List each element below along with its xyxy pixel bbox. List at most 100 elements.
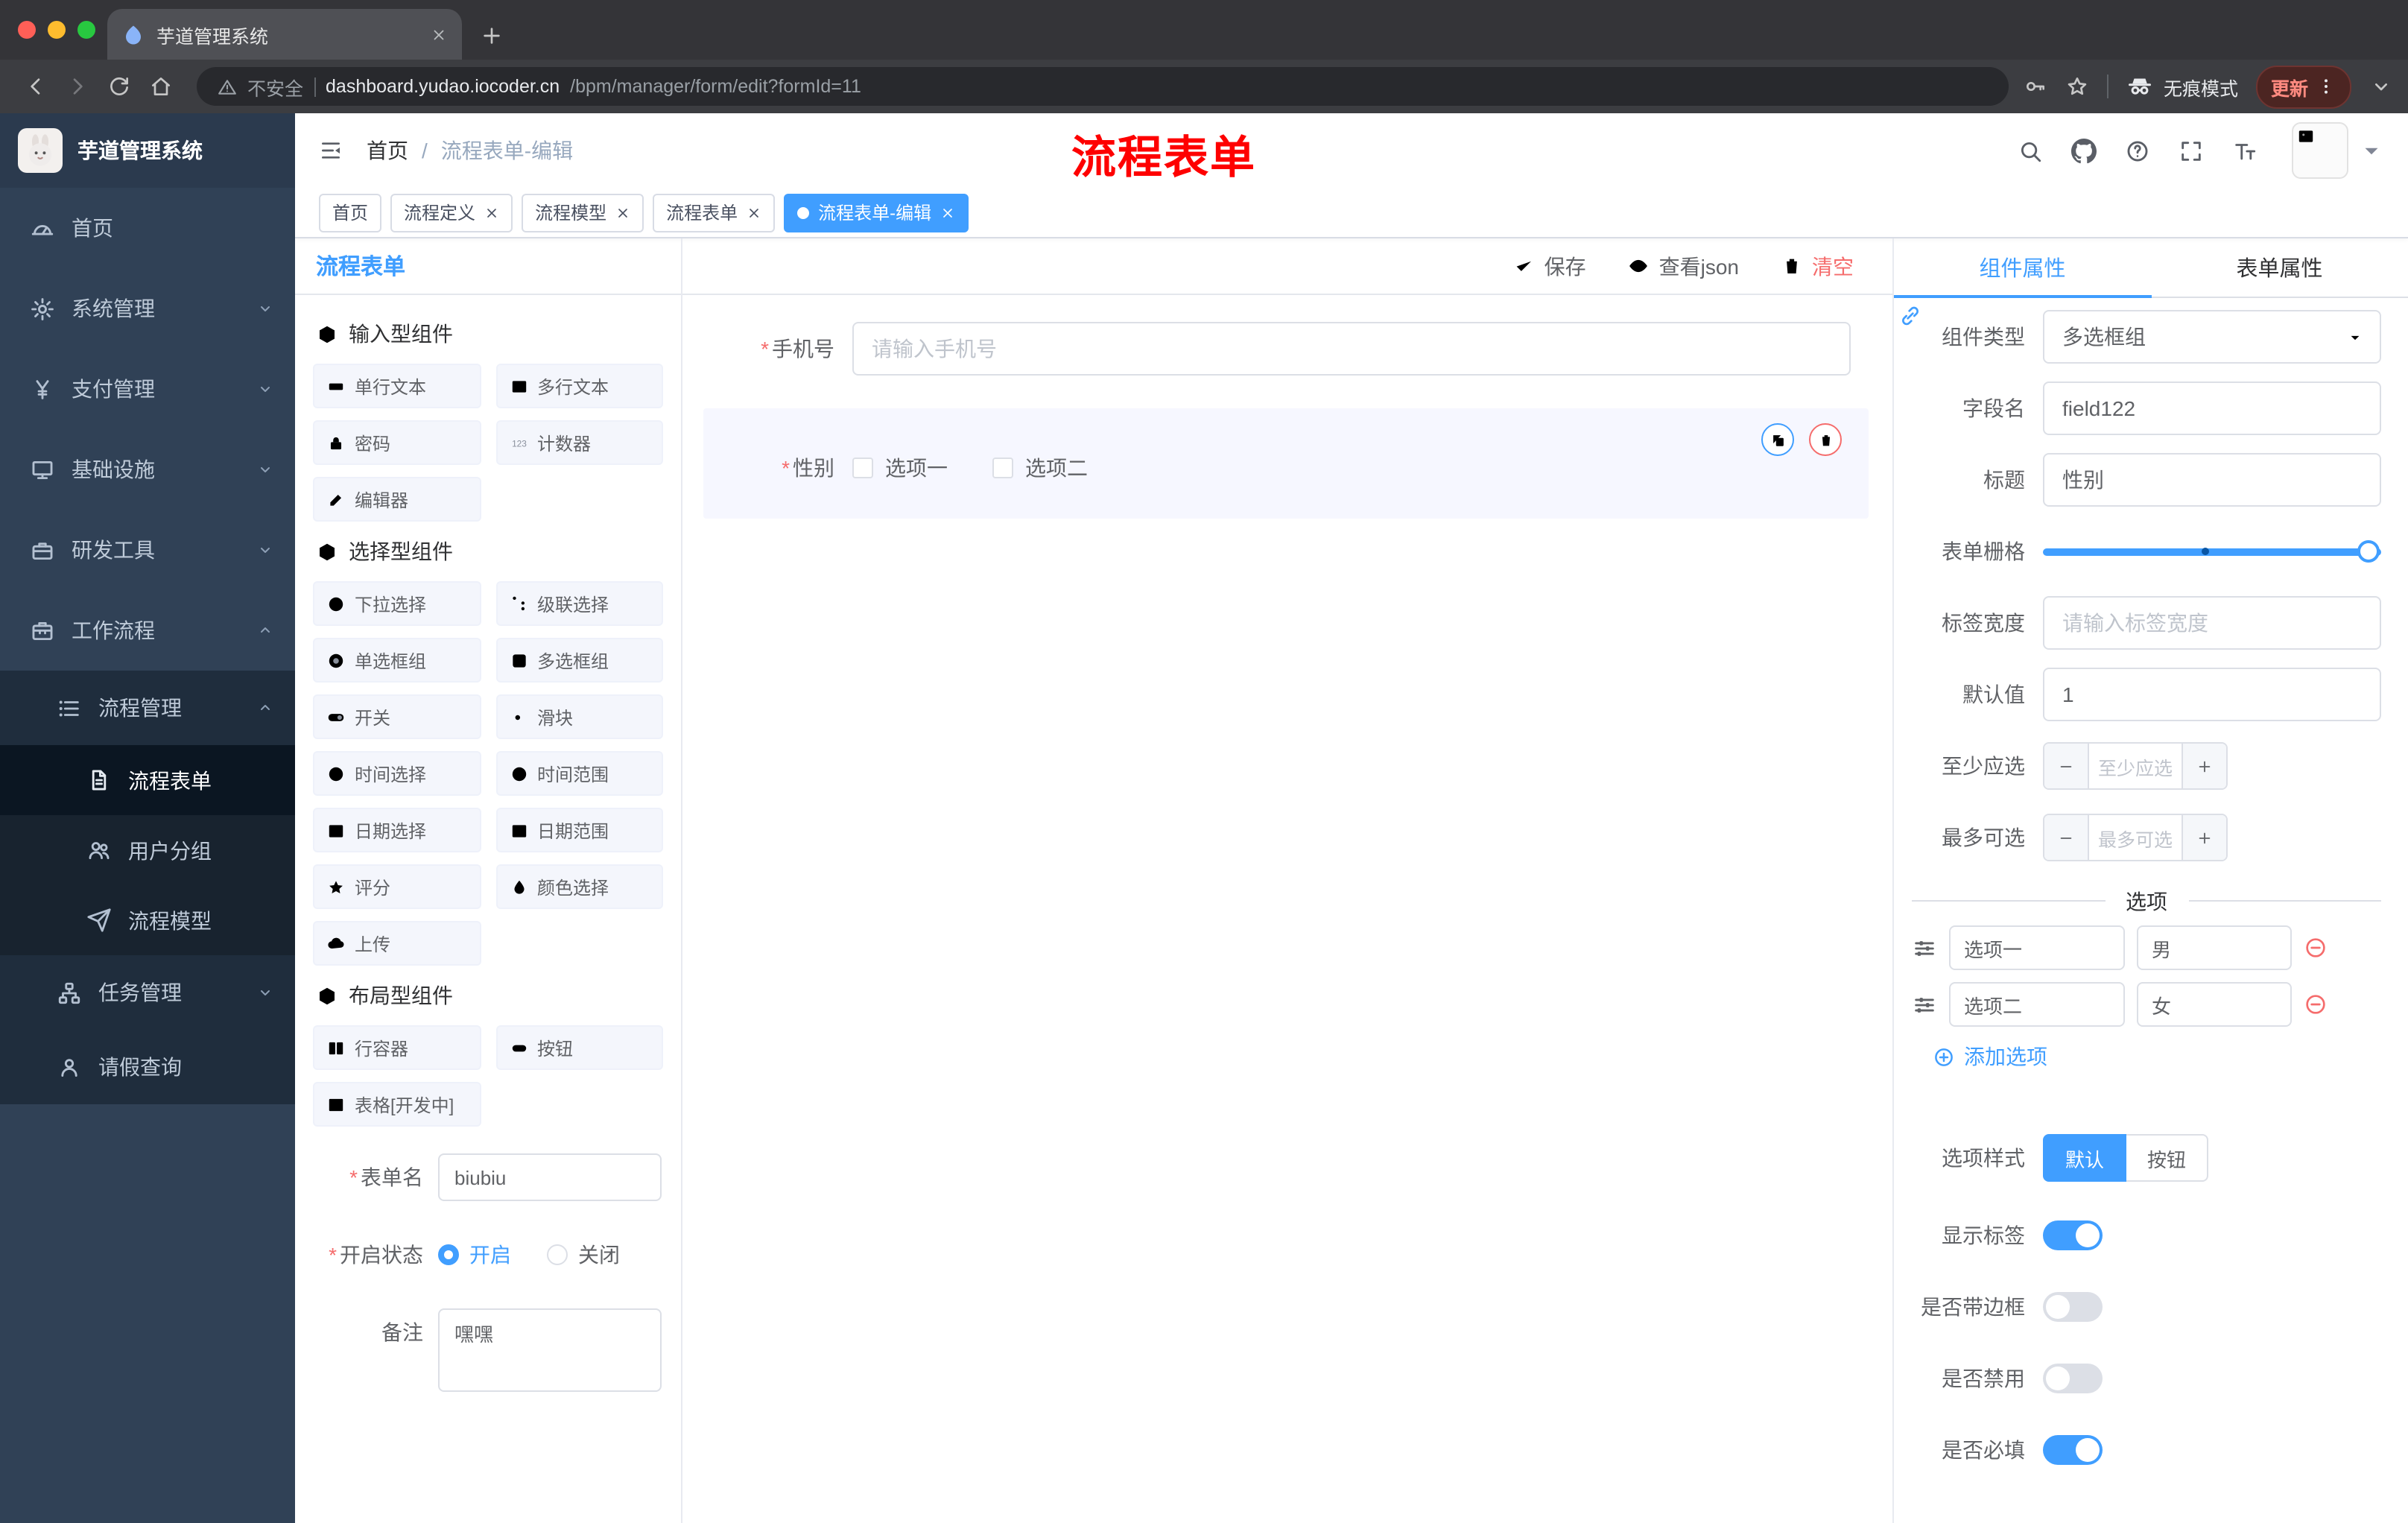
required-toggle[interactable] (2043, 1435, 2103, 1465)
phone-field-row[interactable]: * 手机号 (703, 322, 1872, 376)
radio-closed[interactable]: 关闭 (547, 1240, 620, 1270)
widget-cascader[interactable]: 级联选择 (495, 581, 663, 626)
selected-widget-gender[interactable]: * 性别 选项一 选项二 (703, 408, 1869, 519)
browser-tab[interactable]: 芋道管理系统 (107, 9, 462, 60)
checkbox-box[interactable] (992, 457, 1013, 478)
font-size-icon[interactable] (2232, 138, 2258, 163)
widget-upload[interactable]: 上传 (313, 921, 481, 966)
option-1-label-input[interactable] (1949, 925, 2125, 970)
password-key-icon[interactable] (2024, 75, 2047, 98)
app-logo[interactable]: 芋道管理系统 (0, 113, 295, 188)
form-remark-textarea[interactable]: 嘿嘿 (438, 1308, 662, 1392)
help-icon[interactable] (2125, 138, 2150, 163)
style-default-button[interactable]: 默认 (2043, 1134, 2127, 1182)
decrease-button[interactable] (2044, 744, 2089, 788)
forward-button[interactable] (57, 67, 98, 106)
sidebar-item-leave-query[interactable]: 请假查询 (0, 1030, 295, 1104)
collapse-sidebar-icon[interactable] (319, 139, 343, 162)
checkbox-box[interactable] (852, 457, 873, 478)
title-input[interactable] (2043, 453, 2381, 507)
checkbox-option-2[interactable]: 选项二 (992, 453, 1088, 483)
breadcrumb-home[interactable]: 首页 (367, 136, 408, 165)
widget-slider[interactable]: 滑块 (495, 694, 663, 739)
copy-widget-button[interactable] (1761, 423, 1794, 456)
default-value-input[interactable] (2043, 668, 2381, 721)
min-stepper-value[interactable]: 至少应选 (2089, 744, 2182, 788)
remove-option-icon[interactable] (2304, 992, 2328, 1016)
widget-date-range[interactable]: 日期范围 (495, 808, 663, 852)
back-button[interactable] (15, 67, 57, 106)
grid-slider[interactable] (2043, 525, 2381, 578)
toolbar-overflow-chevron-icon[interactable] (2369, 75, 2393, 98)
decrease-button[interactable] (2044, 815, 2089, 860)
increase-button[interactable] (2182, 815, 2226, 860)
close-icon[interactable] (747, 205, 761, 220)
widget-single-line-text[interactable]: 单行文本 (313, 364, 481, 408)
widget-button[interactable]: 按钮 (495, 1025, 663, 1070)
close-icon[interactable] (615, 205, 630, 220)
tag-process-form-edit[interactable]: 流程表单-编辑 (784, 193, 969, 232)
new-tab-button[interactable] (480, 24, 504, 48)
widget-radio-group[interactable]: 单选框组 (313, 638, 481, 683)
sidebar-item-system[interactable]: 系统管理 (0, 268, 295, 349)
tab-form-props[interactable]: 表单属性 (2151, 238, 2408, 297)
tag-process-form[interactable]: 流程表单 (653, 193, 776, 232)
widget-checkbox-group[interactable]: 多选框组 (495, 638, 663, 683)
github-icon[interactable] (2071, 138, 2097, 163)
option-2-label-input[interactable] (1949, 982, 2125, 1027)
bookmark-star-icon[interactable] (2065, 75, 2089, 98)
drag-handle-icon[interactable] (1912, 935, 1937, 960)
sidebar-item-home[interactable]: 首页 (0, 188, 295, 268)
widget-password[interactable]: 密码 (313, 420, 481, 465)
sidebar-item-user-group[interactable]: 用户分组 (0, 815, 295, 885)
widget-editor[interactable]: 编辑器 (313, 477, 481, 522)
option-1-value-input[interactable] (2137, 925, 2292, 970)
browser-menu-kebab-icon[interactable] (2316, 76, 2336, 97)
tab-component-props[interactable]: 组件属性 (1894, 238, 2151, 298)
widget-switch[interactable]: 开关 (313, 694, 481, 739)
view-json-button[interactable]: 查看json (1628, 251, 1739, 281)
sidebar-item-payment[interactable]: 支付管理 (0, 349, 295, 429)
sidebar-item-process-form[interactable]: 流程表单 (0, 745, 295, 815)
tag-process-model[interactable]: 流程模型 (522, 193, 644, 232)
drag-handle-icon[interactable] (1912, 992, 1937, 1017)
fullscreen-icon[interactable] (2179, 138, 2204, 163)
radio-open[interactable]: 开启 (438, 1240, 511, 1270)
delete-widget-button[interactable] (1809, 423, 1842, 456)
form-name-input[interactable] (438, 1153, 662, 1201)
home-button[interactable] (140, 67, 182, 106)
widget-counter[interactable]: 计数器 (495, 420, 663, 465)
url-field[interactable]: 不安全 dashboard.yudao.iocoder.cn/bpm/manag… (197, 67, 2009, 106)
field-name-input[interactable] (2043, 381, 2381, 435)
sidebar-item-infrastructure[interactable]: 基础设施 (0, 429, 295, 510)
widget-color-picker[interactable]: 颜色选择 (495, 864, 663, 909)
tag-process-definition[interactable]: 流程定义 (390, 193, 513, 232)
widget-select[interactable]: 下拉选择 (313, 581, 481, 626)
widget-date-picker[interactable]: 日期选择 (313, 808, 481, 852)
widget-row-container[interactable]: 行容器 (313, 1025, 481, 1070)
security-label[interactable]: 不安全 (247, 72, 303, 101)
increase-button[interactable] (2182, 744, 2226, 788)
tag-home[interactable]: 首页 (319, 193, 382, 232)
minimize-window-button[interactable] (48, 21, 66, 39)
sidebar-item-process-management[interactable]: 流程管理 (0, 671, 295, 745)
clear-button[interactable]: 清空 (1781, 251, 1854, 281)
close-tab-icon[interactable] (431, 26, 447, 42)
sidebar-item-workflow[interactable]: 工作流程 (0, 590, 295, 671)
close-window-button[interactable] (18, 21, 36, 39)
max-stepper-value[interactable]: 最多可选 (2089, 815, 2182, 860)
border-toggle[interactable] (2043, 1292, 2103, 1322)
widget-time-picker[interactable]: 时间选择 (313, 751, 481, 796)
disabled-toggle[interactable] (2043, 1364, 2103, 1393)
widget-multi-line-text[interactable]: 多行文本 (495, 364, 663, 408)
option-2-value-input[interactable] (2137, 982, 2292, 1027)
phone-input[interactable] (852, 322, 1851, 376)
slider-handle[interactable] (2357, 540, 2380, 563)
maximize-window-button[interactable] (77, 21, 95, 39)
search-icon[interactable] (2018, 138, 2043, 163)
checkbox-option-1[interactable]: 选项一 (852, 453, 948, 483)
close-icon[interactable] (484, 205, 499, 220)
avatar[interactable] (2292, 122, 2348, 179)
add-option-button[interactable]: 添加选项 (1933, 1042, 2381, 1071)
user-menu[interactable] (2292, 122, 2384, 179)
